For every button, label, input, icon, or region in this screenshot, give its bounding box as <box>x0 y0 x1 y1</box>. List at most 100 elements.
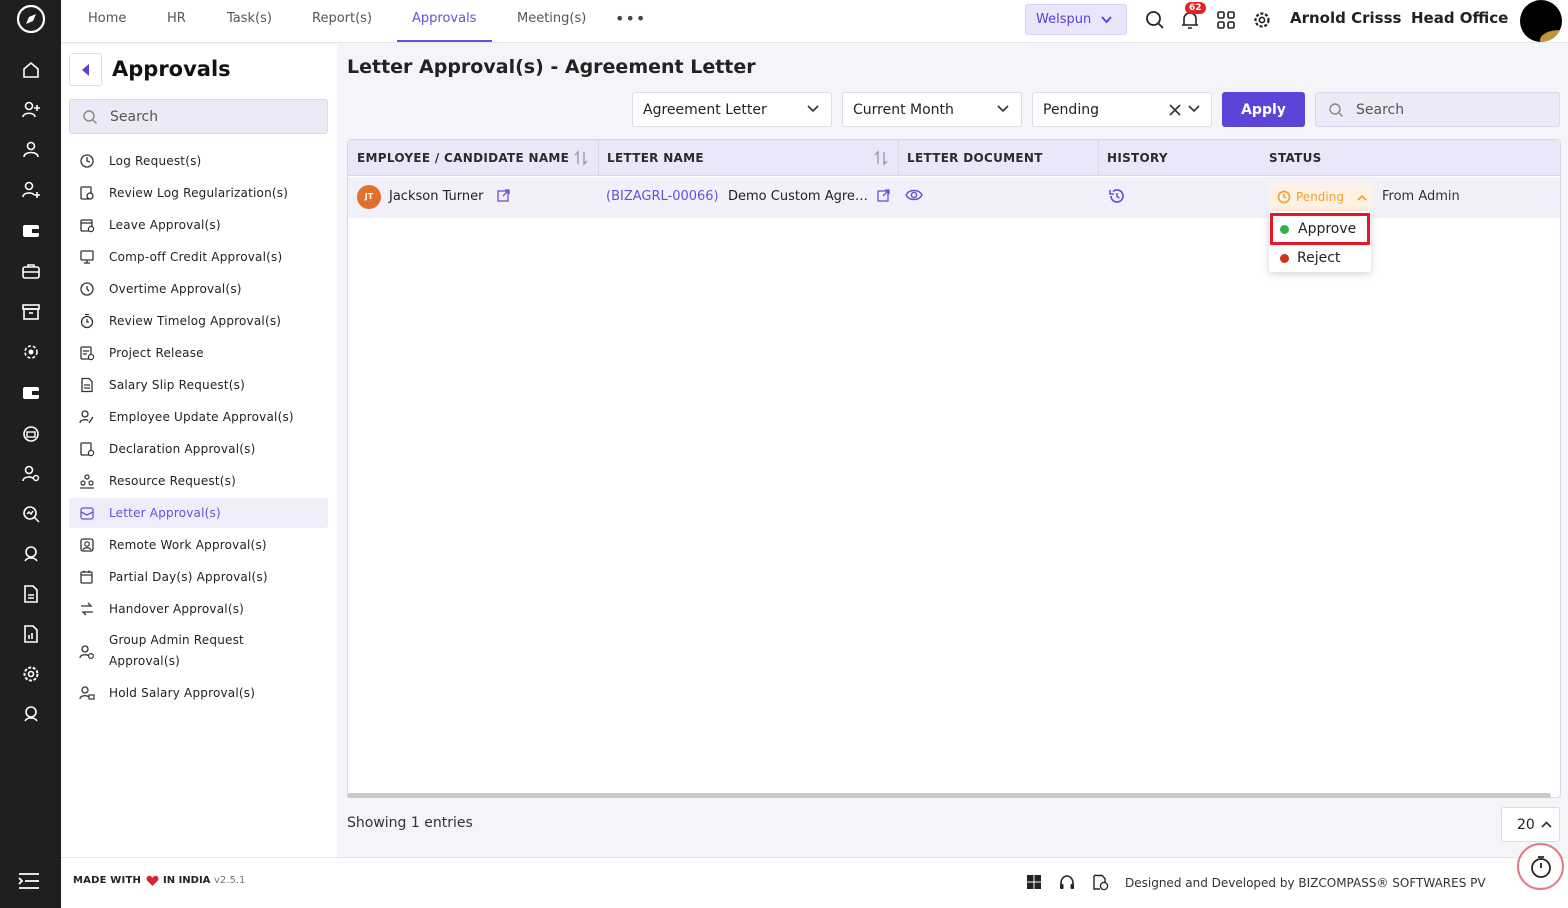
windows-icon[interactable] <box>1026 874 1042 890</box>
sidebar-item-review-log-regularization[interactable]: Review Log Regularization(s) <box>69 178 328 208</box>
table-search-input[interactable]: Search <box>1315 92 1560 127</box>
page-size-select[interactable]: 20 <box>1501 807 1560 842</box>
sidebar-item-log-requests[interactable]: Log Request(s) <box>69 146 328 176</box>
letter-code[interactable]: (BIZAGRL-00066) <box>606 189 719 204</box>
org-selector-value: Welspun <box>1036 12 1092 27</box>
nav-home[interactable]: Home <box>88 11 126 26</box>
sort-icon[interactable] <box>874 150 888 166</box>
sidebar-item-project-release[interactable]: Project Release <box>69 338 328 368</box>
document-icon[interactable] <box>19 582 43 606</box>
analytics-search-icon[interactable] <box>19 502 43 526</box>
user-gear-icon[interactable] <box>19 462 43 486</box>
sidebar-item-overtime[interactable]: Overtime Approval(s) <box>69 274 328 304</box>
review-log-icon <box>80 186 94 200</box>
nav-reports[interactable]: Report(s) <box>312 11 372 26</box>
more-menu-icon[interactable]: ••• <box>615 9 646 28</box>
help-icon[interactable] <box>19 702 43 726</box>
made-with-text: MADE WITH <box>73 875 142 886</box>
clear-icon[interactable] <box>1169 104 1181 116</box>
home-icon[interactable] <box>19 58 43 82</box>
top-bar: Home HR Task(s) Report(s) Approvals Meet… <box>61 0 1568 43</box>
handover-icon <box>81 602 93 616</box>
office-name[interactable]: Head Office <box>1411 9 1508 27</box>
apply-button[interactable]: Apply <box>1222 92 1305 127</box>
sidebar-item-declaration[interactable]: Declaration Approval(s) <box>69 434 328 464</box>
stopwatch-icon <box>1531 856 1551 878</box>
resource-icon <box>80 474 94 489</box>
app-logo-icon[interactable] <box>15 3 47 35</box>
chevron-down-icon <box>1101 16 1112 24</box>
gear-icon[interactable] <box>1251 9 1273 31</box>
add-user-icon[interactable] <box>19 98 43 122</box>
table-header: EMPLOYEE / CANDIDATE NAME LETTER NAME LE… <box>348 140 1560 176</box>
sidebar-item-handover[interactable]: Handover Approval(s) <box>69 594 328 624</box>
letter-name: Demo Custom Agreement Letter <box>728 189 868 204</box>
user-plus-icon[interactable] <box>19 178 43 202</box>
pending-clock-icon <box>1277 190 1291 204</box>
sidebar-search-input[interactable]: Search <box>69 99 328 134</box>
org-selector[interactable]: Welspun <box>1025 4 1127 35</box>
archive-icon[interactable] <box>19 300 43 324</box>
support-icon[interactable] <box>19 542 43 566</box>
user-name[interactable]: Arnold Crisss <box>1290 9 1401 27</box>
sidebar-item-hold-salary[interactable]: Hold Salary Approval(s) <box>69 678 328 708</box>
open-external-icon[interactable] <box>497 189 510 202</box>
log-icon <box>80 154 94 168</box>
document-clock-icon[interactable] <box>1092 874 1109 891</box>
timer-button[interactable] <box>1517 843 1564 890</box>
period-select[interactable]: Current Month <box>842 92 1022 127</box>
report-icon[interactable] <box>19 622 43 646</box>
column-employee[interactable]: EMPLOYEE / CANDIDATE NAME <box>357 151 569 165</box>
apps-grid-icon[interactable] <box>1215 9 1237 31</box>
column-status: STATUS <box>1269 151 1322 165</box>
column-letter-name[interactable]: LETTER NAME <box>607 151 704 165</box>
status-select[interactable]: Pending <box>1032 92 1212 127</box>
settings-icon[interactable] <box>19 662 43 686</box>
collapse-menu-icon[interactable] <box>16 869 42 893</box>
timelog-icon <box>80 313 94 329</box>
back-button[interactable] <box>69 53 102 86</box>
sidebar-item-resource-request[interactable]: Resource Request(s) <box>69 466 328 496</box>
nav-approvals[interactable]: Approvals <box>412 11 476 26</box>
horizontal-scrollbar[interactable] <box>347 793 1551 798</box>
icon-rail <box>0 0 61 908</box>
status-dropdown-button[interactable]: Pending <box>1269 183 1373 211</box>
sidebar-item-comp-off[interactable]: Comp-off Credit Approval(s) <box>69 242 328 272</box>
reject-option[interactable]: Reject <box>1269 244 1371 272</box>
sidebar-item-group-admin-request[interactable]: Group Admin Request Approval(s) <box>69 630 328 674</box>
approve-option[interactable]: Approve <box>1270 213 1370 245</box>
briefcase-icon[interactable] <box>19 259 43 283</box>
headset-icon[interactable] <box>1058 874 1076 892</box>
column-history: HISTORY <box>1107 151 1168 165</box>
sidebar-item-employee-update[interactable]: Employee Update Approval(s) <box>69 402 328 432</box>
notification-badge: 62 <box>1185 2 1206 14</box>
sort-icon[interactable] <box>574 150 588 166</box>
nav-tasks[interactable]: Task(s) <box>227 11 272 26</box>
search-icon <box>1329 103 1343 117</box>
sidebar-item-partial-day[interactable]: Partial Day(s) Approval(s) <box>69 562 328 592</box>
payroll-icon[interactable] <box>19 381 43 405</box>
nav-hr[interactable]: HR <box>167 11 186 26</box>
sidebar-item-leave-approvals[interactable]: Leave Approval(s) <box>69 210 328 240</box>
sidebar-item-review-timelog[interactable]: Review Timelog Approval(s) <box>69 306 328 336</box>
eye-icon[interactable] <box>905 188 923 202</box>
open-external-icon[interactable] <box>877 189 890 202</box>
inbox-icon[interactable] <box>19 422 43 446</box>
sidebar-item-letter-approvals[interactable]: Letter Approval(s) <box>69 498 328 528</box>
history-icon[interactable] <box>1107 186 1127 206</box>
approvals-sidebar: Approvals Search Log Request(s) Review L… <box>61 44 337 857</box>
avatar[interactable] <box>1520 0 1562 42</box>
entries-count: Showing 1 entries <box>347 815 473 831</box>
nav-meetings[interactable]: Meeting(s) <box>517 11 586 26</box>
team-settings-icon[interactable] <box>19 340 43 364</box>
letter-type-select[interactable]: Agreement Letter <box>632 92 832 127</box>
chevron-down-icon <box>997 105 1009 113</box>
user-icon[interactable] <box>19 138 43 162</box>
employee-name[interactable]: Jackson Turner <box>389 189 483 204</box>
wallet-icon[interactable] <box>19 219 43 243</box>
leave-icon <box>80 219 95 233</box>
heart-icon <box>146 875 159 886</box>
sidebar-item-remote-work[interactable]: Remote Work Approval(s) <box>69 530 328 560</box>
sidebar-item-salary-slip[interactable]: Salary Slip Request(s) <box>69 370 328 400</box>
search-icon[interactable] <box>1144 9 1166 31</box>
